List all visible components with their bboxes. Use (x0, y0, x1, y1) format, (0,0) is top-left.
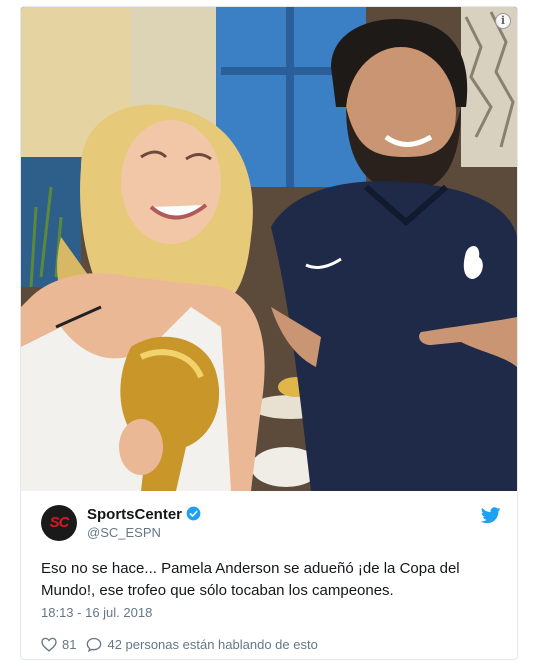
likes-count[interactable]: 81 (62, 637, 76, 652)
verified-badge-icon (186, 506, 201, 521)
avatar-logo-text: SC (49, 514, 70, 531)
tweet-photo[interactable]: i (21, 7, 517, 491)
tweet-header: SC SportsCenter @SC_ESPN (41, 505, 501, 545)
embedded-tweet-card[interactable]: i SC SportsCenter @SC_ESPN Eso no se hac… (20, 6, 518, 660)
tweet-timestamp[interactable]: 18:13 - 16 jul. 2018 (41, 605, 152, 620)
speech-bubble-icon[interactable] (86, 637, 102, 652)
conversation-link[interactable]: 42 personas están hablando de esto (107, 637, 317, 652)
avatar[interactable]: SC (41, 505, 77, 541)
author-handle[interactable]: @SC_ESPN (87, 525, 161, 540)
author-name-text[interactable]: SportsCenter (87, 506, 182, 523)
tweet-text: Eso no se hace... Pamela Anderson se adu… (41, 560, 460, 599)
twitter-bird-icon[interactable] (481, 507, 501, 524)
info-icon[interactable]: i (495, 13, 511, 29)
author-name[interactable]: SportsCenter (87, 506, 201, 523)
tweet-actions: 81 42 personas están hablando de esto (41, 635, 318, 653)
photo-illustration (21, 7, 517, 491)
heart-icon[interactable] (41, 637, 57, 652)
